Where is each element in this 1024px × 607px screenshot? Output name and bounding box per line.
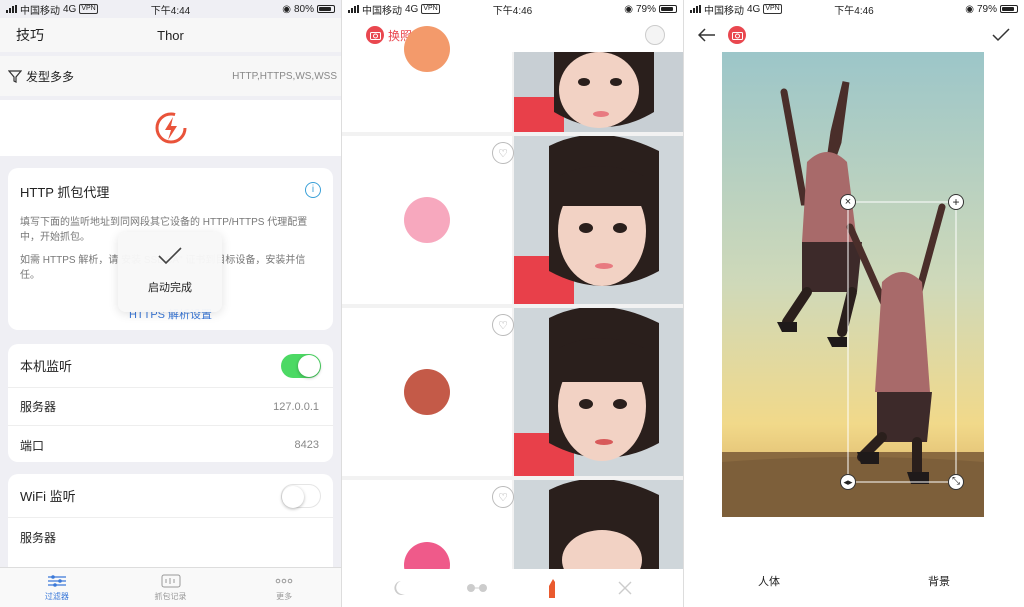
result-photo[interactable] — [514, 136, 683, 304]
heart-icon[interactable]: ♡ — [492, 314, 514, 336]
local-listen-row: 本机监听 — [8, 344, 333, 388]
tab-filter-label: 过滤器 — [44, 591, 69, 601]
color-swatch[interactable] — [404, 26, 450, 72]
local-listen-card: 本机监听 服务器 127.0.0.1 端口 8423 — [8, 344, 333, 462]
cutout-editor-screen: 中国移动 4G VPN 下午4:46 ◉ 79% × + ◂▸ ⤡ 人体 背景 — [684, 0, 1024, 607]
page-title: Thor — [157, 27, 184, 43]
filter-row[interactable]: 发型多多 HTTP,HTTPS,WS,WSS — [0, 56, 341, 96]
tab-more-label: 更多 — [276, 591, 293, 601]
nav-bar: 技巧 Thor — [0, 18, 341, 52]
orientation-lock-icon: ◉ — [282, 3, 291, 15]
battery-icon — [659, 5, 677, 13]
resize-handle-icon[interactable]: ⤡ — [948, 474, 964, 490]
tool-bar — [342, 569, 683, 607]
color-cell[interactable] — [342, 26, 512, 132]
add-handle-icon[interactable]: + — [948, 194, 964, 210]
wifi-listen-toggle[interactable] — [281, 483, 321, 508]
checkmark-icon — [158, 247, 182, 265]
bottom-tabs: 人体 背景 — [684, 567, 1024, 607]
status-bar: 中国移动 4G VPN 下午4:46 ◉ 79% — [684, 0, 1024, 18]
wifi-listen-row: WiFi 监听 — [8, 474, 333, 518]
delete-handle-icon[interactable]: × — [840, 194, 856, 210]
wifi-server-label: 服务器 — [20, 530, 57, 545]
photo-canvas[interactable]: × + ◂▸ ⤡ — [722, 52, 984, 517]
camera-icon[interactable] — [366, 26, 384, 44]
result-photo[interactable] — [514, 480, 683, 570]
heart-icon[interactable]: ♡ — [492, 486, 514, 508]
camera-icon[interactable] — [728, 26, 746, 44]
nav-bar: 换照片 — [342, 18, 683, 52]
thor-logo-area — [0, 100, 341, 156]
color-cell[interactable]: ♡ — [342, 308, 514, 476]
wifi-listen-title: WiFi 监听 — [20, 489, 76, 504]
color-swatch[interactable] — [404, 197, 450, 243]
filter-app-name: 发型多多 — [26, 69, 75, 84]
battery-icon — [1000, 5, 1018, 13]
scissors-icon[interactable] — [617, 580, 633, 596]
tab-background[interactable]: 背景 — [854, 567, 1024, 607]
battery-percent: 79% — [635, 3, 656, 15]
photo-swap-screen: 中国移动 4G VPN 下午4:46 ◉ 79% 换照片 ♡ ♡ ♡ — [342, 0, 683, 607]
profile-avatar-icon[interactable] — [645, 25, 665, 45]
flip-handle-icon[interactable]: ◂▸ — [840, 474, 856, 490]
glasses-icon[interactable] — [466, 583, 488, 593]
info-icon[interactable]: i — [305, 182, 321, 198]
back-arrow-icon[interactable] — [698, 28, 716, 42]
status-bar: 中国移动 4G VPN 下午4:46 ◉ 79% — [342, 0, 683, 18]
result-photo[interactable] — [514, 308, 683, 476]
thor-logo-icon — [155, 112, 186, 144]
wifi-server-row: 服务器 — [8, 518, 333, 556]
nav-bar — [684, 18, 1024, 52]
local-port-row: 端口 8423 — [8, 426, 333, 464]
photo-grid: ♡ ♡ ♡ — [342, 26, 683, 588]
port-value: 8423 — [294, 439, 319, 451]
confirm-check-icon[interactable] — [992, 28, 1010, 42]
orientation-lock-icon: ◉ — [965, 3, 974, 15]
tab-records[interactable]: 抓包记录 — [114, 568, 228, 607]
color-cell[interactable]: ♡ — [342, 480, 514, 588]
server-value: 127.0.0.1 — [273, 400, 319, 413]
thor-app-screen: 中国移动 4G VPN 下午4:44 ◉ 80% 技巧 Thor 发型多多 HT… — [0, 0, 341, 607]
filter-icon — [8, 70, 22, 83]
tab-filter[interactable]: 过滤器 — [0, 568, 114, 607]
moon-icon[interactable] — [392, 580, 406, 596]
toast-popup: 启动完成 — [118, 232, 222, 312]
tab-more[interactable]: 更多 — [227, 568, 341, 607]
proxy-card-title: HTTP 抓包代理 — [20, 185, 110, 200]
more-icon — [275, 578, 293, 583]
battery-icon — [317, 5, 335, 13]
tab-records-label: 抓包记录 — [154, 591, 187, 601]
local-server-row: 服务器 127.0.0.1 — [8, 388, 333, 426]
local-listen-title: 本机监听 — [20, 359, 73, 374]
toast-text: 启动完成 — [148, 282, 192, 294]
local-listen-toggle[interactable] — [281, 353, 321, 378]
result-photo[interactable] — [514, 52, 683, 132]
color-swatch[interactable] — [404, 369, 450, 415]
color-cell[interactable]: ♡ — [342, 136, 514, 304]
status-bar: 中国移动 4G VPN 下午4:44 ◉ 80% — [0, 0, 341, 18]
port-label: 端口 — [20, 438, 45, 453]
server-label: 服务器 — [20, 400, 57, 414]
battery-percent: 80% — [293, 3, 314, 15]
filter-protocols: HTTP,HTTPS,WS,WSS — [232, 70, 337, 82]
lipstick-icon[interactable] — [547, 578, 557, 598]
tab-bar: 过滤器 抓包记录 更多 — [0, 567, 341, 607]
tab-body[interactable]: 人体 — [684, 567, 854, 607]
battery-percent: 79% — [976, 3, 997, 15]
heart-icon[interactable]: ♡ — [492, 142, 514, 164]
orientation-lock-icon: ◉ — [624, 3, 633, 15]
sliders-icon — [47, 574, 66, 587]
records-icon — [161, 574, 180, 587]
